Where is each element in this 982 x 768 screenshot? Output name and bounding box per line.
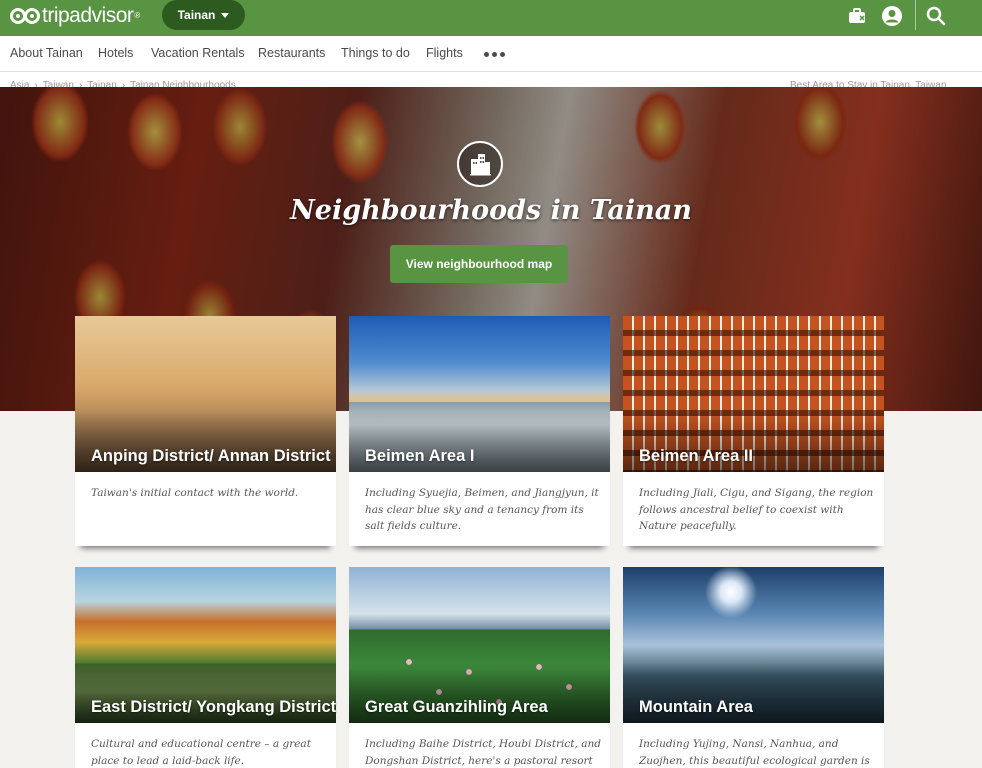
- neighbourhood-card[interactable]: Beimen Area II Including Jiali, Cigu, an…: [623, 316, 884, 546]
- neighbourhood-card[interactable]: Beimen Area I Including Syuejia, Beimen,…: [349, 316, 610, 546]
- card-description: Cultural and educational centre – a grea…: [91, 738, 311, 767]
- more-icon[interactable]: [484, 52, 505, 57]
- card-title[interactable]: Beimen Area II: [639, 447, 753, 466]
- card-title[interactable]: Anping District/ Annan District: [91, 447, 331, 466]
- card-description: Taiwan's initial contact with the world.: [91, 487, 299, 499]
- page-title: Neighbourhoods in Tainan: [290, 195, 692, 226]
- caret-down-icon: [221, 12, 230, 18]
- nav-flights[interactable]: Flights: [426, 36, 463, 72]
- top-divider: [915, 0, 916, 30]
- card-title[interactable]: Great Guanzihling Area: [365, 698, 548, 717]
- breadcrumb: Asia › Taiwan › Tainan › Tainan Neighbourhoods…: [0, 72, 982, 88]
- owl-eyes-icon: [10, 8, 40, 24]
- neighbourhood-card[interactable]: Anping District/ Annan District Taiwan's…: [75, 316, 336, 546]
- card-description: Including Syuejia, Beimen, and Jiangjyun…: [365, 487, 599, 532]
- top-bar: tripadvisor® Tainan: [0, 0, 982, 36]
- card-description: Including Baihe District, Houbi District…: [365, 738, 601, 767]
- card-title[interactable]: East District/ Yongkang District: [91, 698, 336, 717]
- nav-restaurants[interactable]: Restaurants: [258, 36, 325, 72]
- trips-icon[interactable]: [846, 5, 868, 27]
- tripadvisor-logo[interactable]: tripadvisor®: [10, 5, 140, 27]
- search-icon[interactable]: [925, 5, 947, 27]
- nav-things-to-do[interactable]: Things to do: [341, 36, 410, 72]
- card-title[interactable]: Beimen Area I: [365, 447, 474, 466]
- user-icon[interactable]: [881, 5, 903, 27]
- neighbourhood-card[interactable]: East District/ Yongkang District Cultura…: [75, 567, 336, 768]
- geo-label: Tainan: [177, 8, 216, 22]
- buildings-icon: [457, 141, 503, 187]
- nav-about-tainan[interactable]: About Tainan: [10, 36, 83, 72]
- geo-selector-button[interactable]: Tainan: [162, 0, 245, 30]
- view-map-button[interactable]: View neighbourhood map: [390, 245, 568, 283]
- nav-hotels[interactable]: Hotels: [98, 36, 133, 72]
- neighbourhood-card[interactable]: Great Guanzihling Area Including Baihe D…: [349, 567, 610, 768]
- neighbourhood-card[interactable]: Mountain Area Including Yujing, Nansi, N…: [623, 567, 884, 768]
- card-description: Including Yujing, Nansi, Nanhua, and Zuo…: [639, 738, 870, 767]
- secondary-nav: About Tainan Hotels Vacation Rentals Res…: [0, 36, 982, 72]
- card-title[interactable]: Mountain Area: [639, 698, 753, 717]
- card-description: Including Jiali, Cigu, and Sigang, the r…: [639, 487, 874, 532]
- logo-text: tripadvisor®: [42, 4, 140, 27]
- nav-vacation-rentals[interactable]: Vacation Rentals: [151, 36, 245, 72]
